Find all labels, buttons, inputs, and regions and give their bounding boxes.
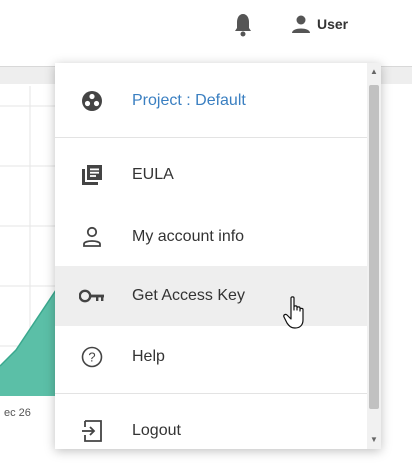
menu-item-get-access-key[interactable]: Get Access Key xyxy=(55,266,367,326)
menu-scrollbar[interactable]: ▲ ▼ xyxy=(367,63,381,449)
background-tick-label: ec 26 xyxy=(4,407,31,419)
person-outline-icon xyxy=(79,224,105,250)
scroll-down-arrow-icon[interactable]: ▼ xyxy=(367,433,381,447)
menu-item-eula[interactable]: EULA xyxy=(55,147,367,203)
menu-divider xyxy=(55,137,367,138)
menu-item-logout[interactable]: Logout xyxy=(55,403,367,449)
scrollbar-thumb[interactable] xyxy=(369,85,379,409)
svg-text:?: ? xyxy=(88,350,95,365)
user-label: User xyxy=(317,16,349,32)
menu-item-project[interactable]: Project : Default xyxy=(55,73,367,129)
key-icon xyxy=(79,283,105,309)
top-bar: User xyxy=(0,0,412,50)
document-list-icon xyxy=(79,162,105,188)
menu-item-account-info[interactable]: My account info xyxy=(55,209,367,265)
menu-item-label: Logout xyxy=(132,422,181,439)
bell-icon[interactable] xyxy=(233,12,253,38)
background-chart: ec 26 xyxy=(0,86,60,419)
hand-pointer-cursor-icon xyxy=(283,296,304,329)
menu-item-label: Project : Default xyxy=(132,92,246,109)
menu-item-label: Help xyxy=(132,348,165,365)
user-menu-button[interactable]: User xyxy=(291,12,348,36)
menu-item-label: Get Access Key xyxy=(132,287,245,304)
menu-item-label: My account info xyxy=(132,228,245,245)
menu-divider xyxy=(55,393,367,394)
scroll-up-arrow-icon[interactable]: ▲ xyxy=(367,65,381,79)
menu-item-help[interactable]: ? Help xyxy=(55,329,367,385)
person-icon xyxy=(292,15,310,33)
help-circle-icon: ? xyxy=(79,344,105,370)
project-icon xyxy=(79,88,105,114)
logout-icon xyxy=(79,418,105,444)
user-dropdown-menu: Project : Default EULA My account info G… xyxy=(55,63,381,449)
menu-item-label: EULA xyxy=(132,166,174,183)
